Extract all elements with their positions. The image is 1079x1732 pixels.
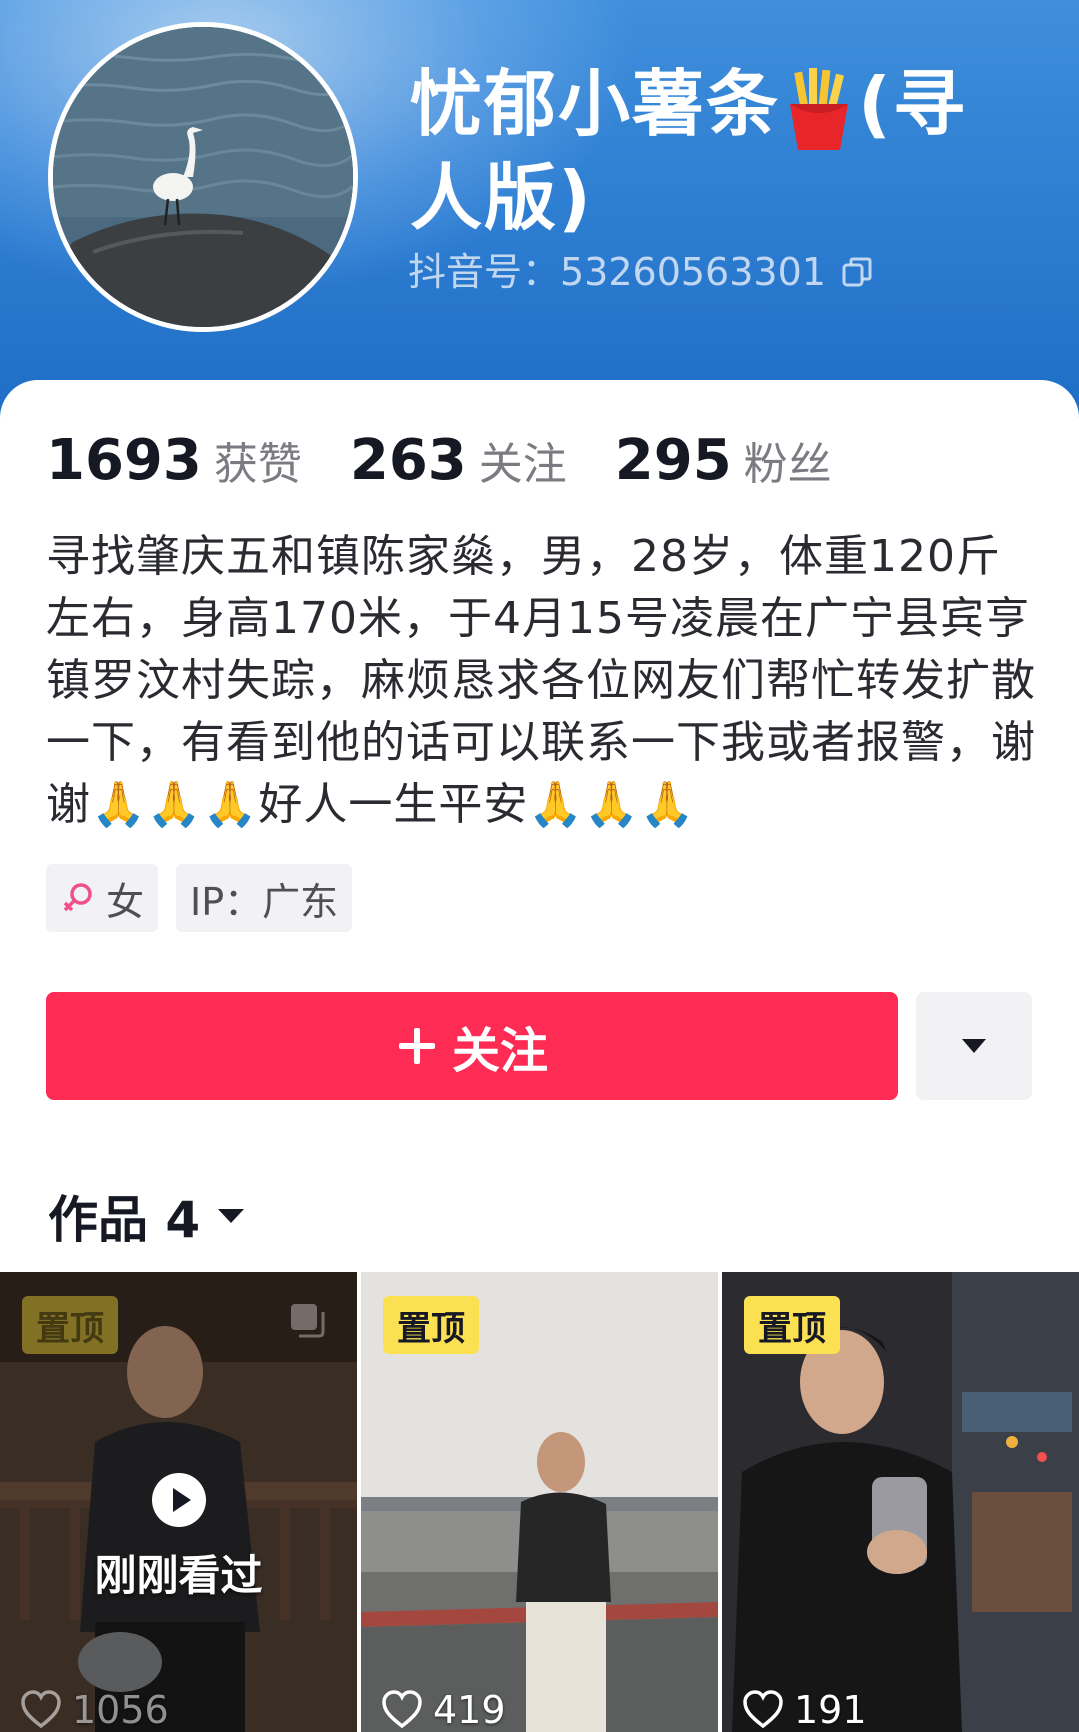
works-grid: 置顶 刚刚看过 1056 置顶 419 置顶 191 [0,1272,1079,1732]
profile-header: 忧郁小薯条 (寻人版) 抖音号：53260563301 [0,0,1079,420]
ip-label: IP：广东 [190,879,339,924]
works-tab-label: 作品 4 [48,1191,201,1249]
stat-following[interactable]: 263 关注 [350,428,567,493]
follow-button[interactable]: 关注 [46,992,898,1100]
profile-tags: 女 IP：广东 [46,864,353,932]
stat-followers-label: 粉丝 [743,439,832,490]
video-thumbnail[interactable]: 置顶 419 [361,1272,718,1732]
stat-followers-value: 295 [614,428,732,493]
douyin-id[interactable]: 抖音号：53260563301 [408,247,874,297]
avatar[interactable] [48,22,358,332]
pinned-badge: 置顶 [744,1296,840,1354]
recently-watched-indicator: 刚刚看过 [0,1472,357,1603]
follow-label: 关注 [451,1023,548,1079]
heart-icon [382,1690,422,1729]
stat-likes-label: 获赞 [213,439,302,490]
gender-label: 女 [106,879,145,924]
copy-icon[interactable] [840,255,874,289]
video-thumbnail[interactable]: 置顶 刚刚看过 1056 [0,1272,357,1732]
like-count-value: 1056 [72,1688,169,1732]
heart-icon [21,1690,61,1729]
douyin-id-text: 抖音号：53260563301 [408,250,826,294]
recently-watched-label: 刚刚看过 [94,1551,263,1600]
gender-tag: 女 [46,864,159,932]
stat-likes-value: 1693 [46,428,202,493]
stat-likes[interactable]: 1693 获赞 [46,428,302,493]
stat-followers[interactable]: 295 粉丝 [615,428,832,493]
nickname: 忧郁小薯条 (寻人版) [410,58,1010,244]
like-count: 1056 [20,1680,169,1732]
pinned-badge: 置顶 [22,1296,118,1354]
female-icon [63,883,92,912]
multi-image-icon [291,1304,325,1338]
caret-down-icon [218,1209,245,1223]
stat-following-label: 关注 [478,439,567,490]
profile-page: 忧郁小薯条 (寻人版) 抖音号：53260563301 1693 获赞 263 … [0,0,1079,1732]
plus-icon [398,1028,435,1064]
stats-row: 1693 获赞 263 关注 295 粉丝 [46,428,880,493]
ip-tag: IP：广东 [176,864,353,932]
heart-icon [743,1690,783,1729]
like-count: 419 [381,1680,506,1732]
more-options-button[interactable] [916,992,1032,1100]
stat-following-value: 263 [349,428,467,493]
nickname-text: 忧郁小薯条 [410,62,781,146]
like-count-value: 191 [794,1688,867,1732]
video-thumbnail[interactable]: 置顶 191 [722,1272,1079,1732]
like-count: 191 [742,1680,867,1732]
french-fries-emoji-icon [790,68,849,151]
bio-text: 寻找肇庆五和镇陈家燊，男，28岁，体重120斤左右，身高170米，于4月15号凌… [46,531,1036,830]
egret-photo [53,27,353,327]
like-count-value: 419 [433,1688,506,1732]
pinned-badge: 置顶 [383,1296,479,1354]
tab-works[interactable]: 作品 4 [48,1180,246,1252]
play-icon [151,1473,206,1527]
caret-down-icon [962,1039,986,1053]
